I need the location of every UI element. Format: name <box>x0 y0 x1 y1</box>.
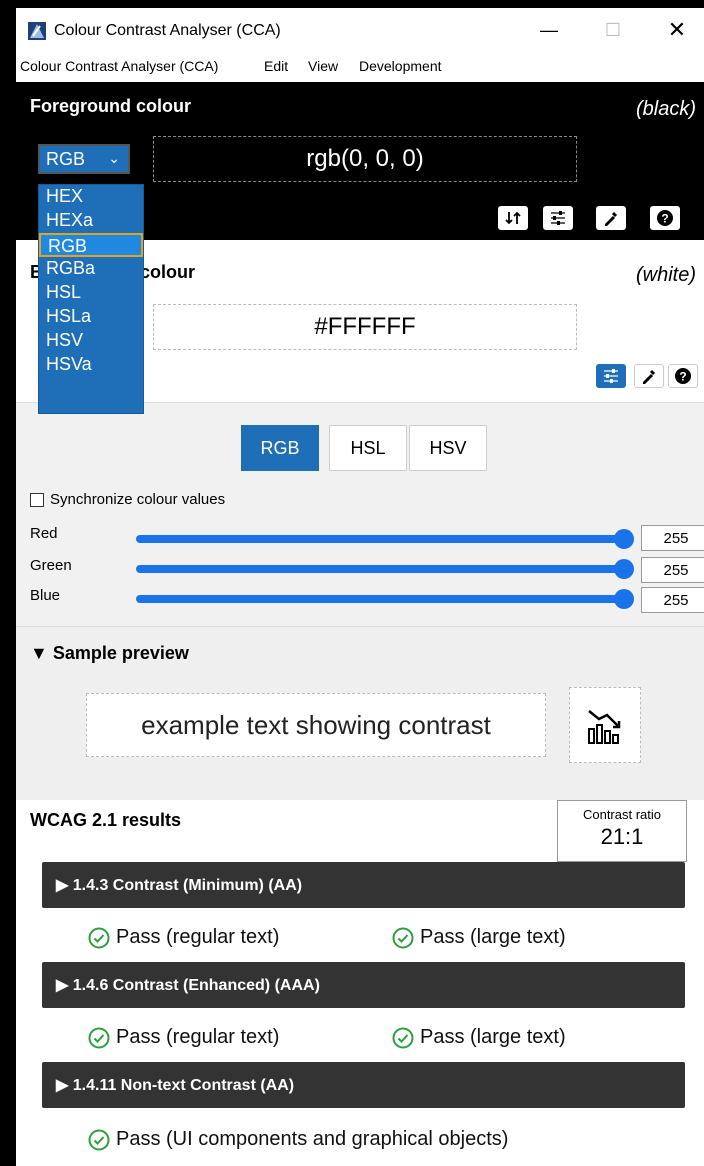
red-slider-track[interactable] <box>136 535 628 543</box>
format-option-hex[interactable]: HEX <box>39 185 143 209</box>
pass-large-1-4-3: Pass (large text) <box>392 926 566 949</box>
format-option-rgb[interactable]: RGB <box>39 233 143 257</box>
sliders-icon <box>604 369 618 383</box>
close-button[interactable]: ✕ <box>654 14 700 46</box>
sync-checkbox[interactable] <box>30 492 44 507</box>
background-eyedropper-button[interactable] <box>634 364 664 388</box>
menu-view[interactable]: View <box>308 58 338 74</box>
foreground-name: (black) <box>635 98 696 120</box>
foreground-value-input[interactable]: rgb(0, 0, 0) <box>153 136 577 182</box>
green-label: Green <box>30 557 72 574</box>
check-circle-icon <box>88 1027 110 1048</box>
help-icon: ? <box>657 210 673 226</box>
criterion-1-4-11[interactable]: ▶ 1.4.11 Non-text Contrast (AA) <box>42 1062 685 1108</box>
contrast-ratio-box: Contrast ratio 21:1 <box>557 800 687 862</box>
swap-icon <box>505 211 521 225</box>
pass-regular-1-4-3: Pass (regular text) <box>88 926 279 949</box>
green-slider-track[interactable] <box>136 565 628 573</box>
chevron-down-icon: ⌄ <box>108 150 120 166</box>
foreground-format-value: RGB <box>46 148 86 169</box>
green-slider-thumb[interactable] <box>614 559 634 579</box>
format-option-hsl[interactable]: HSL <box>39 281 143 305</box>
pass-label: Pass (large text) <box>420 1026 566 1048</box>
tab-hsv[interactable]: HSV <box>409 425 487 471</box>
blue-value-input[interactable]: 255 <box>641 587 704 613</box>
preview-toggle[interactable]: ▼ Sample preview <box>30 643 189 664</box>
sync-row: Synchronize colour values <box>30 491 225 508</box>
foreground-eyedropper-button[interactable] <box>596 206 626 230</box>
menu-app[interactable]: Colour Contrast Analyser (CCA) <box>20 58 218 74</box>
eyedropper-icon <box>643 369 656 384</box>
pass-label: Pass (regular text) <box>116 1026 280 1048</box>
green-value-input[interactable]: 255 <box>641 557 704 583</box>
menu-bar: Colour Contrast Analyser (CCA) Edit View… <box>16 48 704 82</box>
menu-development[interactable]: Development <box>359 58 442 74</box>
app-logo-icon <box>28 22 46 40</box>
blue-label: Blue <box>30 587 61 604</box>
format-option-hsla[interactable]: HSLa <box>39 305 143 329</box>
swap-colours-button[interactable] <box>498 206 528 230</box>
check-circle-icon <box>88 1129 110 1150</box>
preview-graphic <box>569 687 641 763</box>
help-icon: ? <box>675 368 691 384</box>
maximize-button[interactable]: ☐ <box>590 14 636 46</box>
minimize-button[interactable]: — <box>526 14 572 46</box>
pass-regular-1-4-6: Pass (regular text) <box>88 1026 279 1049</box>
check-circle-icon <box>392 927 414 948</box>
format-option-hexa[interactable]: HEXa <box>39 209 143 233</box>
foreground-sliders-button[interactable] <box>543 206 573 230</box>
app-window: Colour Contrast Analyser (CCA) — ☐ ✕ Col… <box>16 8 704 1166</box>
pass-large-1-4-6: Pass (large text) <box>392 1026 566 1049</box>
preview-text: example text showing contrast <box>86 693 546 757</box>
svg-text:?: ? <box>661 212 668 226</box>
format-option-hsva[interactable]: HSVa <box>39 353 143 377</box>
tab-rgb[interactable]: RGB <box>241 425 319 471</box>
results-title: WCAG 2.1 results <box>30 810 182 830</box>
blue-slider-track[interactable] <box>136 595 628 603</box>
background-name: (white) <box>635 264 696 286</box>
window-title: Colour Contrast Analyser (CCA) <box>54 22 281 39</box>
format-option-hsv[interactable]: HSV <box>39 329 143 353</box>
criterion-1-4-6[interactable]: ▶ 1.4.6 Contrast (Enhanced) (AAA) <box>42 962 685 1008</box>
foreground-format-select[interactable]: RGB ⌄ <box>38 144 130 174</box>
format-option-rgba[interactable]: RGBa <box>39 257 143 281</box>
tab-hsl[interactable]: HSL <box>329 425 407 471</box>
check-circle-icon <box>392 1027 414 1048</box>
contrast-ratio-value: 21:1 <box>600 824 644 849</box>
blue-slider-thumb[interactable] <box>614 589 634 609</box>
criterion-1-4-3[interactable]: ▶ 1.4.3 Contrast (Minimum) (AA) <box>42 862 685 908</box>
background-help-button[interactable]: ? <box>668 364 698 388</box>
foreground-title: Foreground colour <box>30 96 191 116</box>
red-slider-thumb[interactable] <box>614 529 634 549</box>
pass-label: Pass (regular text) <box>116 926 280 948</box>
svg-text:?: ? <box>679 370 686 384</box>
foreground-help-button[interactable]: ? <box>650 206 680 230</box>
colour-sliders-panel: RGB HSL HSV Synchronize colour values Re… <box>16 402 704 626</box>
menu-edit[interactable]: Edit <box>264 58 288 74</box>
title-bar: Colour Contrast Analyser (CCA) — ☐ ✕ <box>16 8 704 48</box>
pass-label: Pass (large text) <box>420 926 566 948</box>
red-label: Red <box>30 525 58 542</box>
eyedropper-icon <box>605 211 618 226</box>
sample-preview-panel: ▼ Sample preview example text showing co… <box>16 626 704 800</box>
sync-label: Synchronize colour values <box>50 491 226 508</box>
contrast-ratio-label: Contrast ratio <box>582 807 662 822</box>
check-circle-icon <box>88 927 110 948</box>
format-dropdown-list: HEX HEXa RGB RGBa HSL HSLa HSV HSVa <box>38 184 144 414</box>
background-value-input[interactable]: #FFFFFF <box>153 304 577 350</box>
pass-label: Pass (UI components and graphical object… <box>116 1128 509 1150</box>
chart-icon <box>588 710 621 744</box>
sliders-icon <box>551 211 565 225</box>
pass-ui-1-4-11: Pass (UI components and graphical object… <box>88 1128 508 1151</box>
background-sliders-button[interactable] <box>596 364 626 388</box>
red-value-input[interactable]: 255 <box>641 525 704 551</box>
